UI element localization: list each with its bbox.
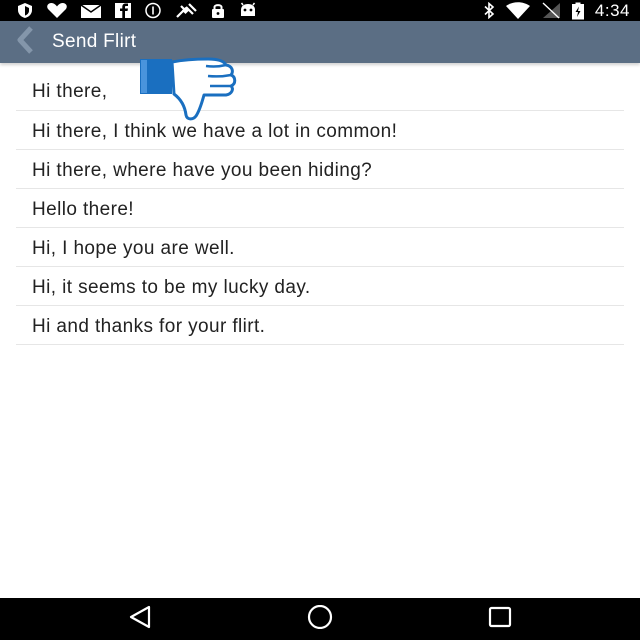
- facebook-icon: [114, 2, 132, 19]
- chevron-left-icon: [15, 25, 35, 59]
- status-bar: 4:34: [0, 0, 640, 21]
- bluetooth-icon: [483, 2, 495, 19]
- nav-recents-button[interactable]: [486, 606, 514, 632]
- list-item-label: Hi, I hope you are well.: [32, 238, 235, 259]
- list-item[interactable]: Hi there,: [16, 71, 624, 111]
- lock-icon: [210, 2, 226, 19]
- list-item-label: Hi, it seems to be my lucky day.: [32, 277, 311, 298]
- signal-icon: [541, 2, 561, 19]
- back-triangle-icon: [127, 605, 153, 634]
- list-item[interactable]: Hi, it seems to be my lucky day.: [16, 267, 624, 306]
- page-title: Send Flirt: [52, 31, 137, 52]
- wifi-icon: [505, 2, 531, 19]
- list-item[interactable]: Hi and thanks for your flirt.: [16, 306, 624, 345]
- nav-home-button[interactable]: [306, 604, 334, 634]
- satellite-icon: [174, 2, 198, 19]
- notification-icons: [16, 2, 258, 19]
- system-status-icons: 4:34: [483, 0, 630, 21]
- info-icon: [144, 2, 162, 19]
- list-item[interactable]: Hi, I hope you are well.: [16, 228, 624, 267]
- toolbar: Send Flirt: [0, 21, 640, 63]
- home-circle-icon: [306, 604, 334, 634]
- heart-icon: [46, 2, 68, 19]
- shield-icon: [16, 2, 34, 19]
- list-item[interactable]: Hi there, where have you been hiding?: [16, 150, 624, 189]
- status-time: 4:34: [594, 0, 630, 20]
- battery-icon: [571, 2, 585, 20]
- list-item-label: Hi and thanks for your flirt.: [32, 316, 266, 337]
- list-item[interactable]: Hello there!: [16, 189, 624, 228]
- back-button[interactable]: [8, 25, 42, 59]
- flirt-message-list: Hi there, Hi there, I think we have a lo…: [16, 71, 624, 345]
- list-item[interactable]: Hi there, I think we have a lot in commo…: [16, 111, 624, 150]
- list-item-label: Hi there,: [32, 81, 108, 102]
- thumbs-down-icon: [138, 56, 238, 122]
- nav-back-button[interactable]: [126, 605, 154, 634]
- navigation-bar: [0, 598, 640, 640]
- recents-square-icon: [487, 605, 513, 634]
- mail-icon: [80, 3, 102, 19]
- app-screen: 4:34 Send Flirt Hi there, Hi there, I th…: [0, 0, 640, 640]
- list-item-label: Hi there, I think we have a lot in commo…: [32, 121, 398, 142]
- list-item-label: Hello there!: [32, 199, 134, 220]
- list-item-label: Hi there, where have you been hiding?: [32, 160, 373, 181]
- android-icon: [238, 2, 258, 19]
